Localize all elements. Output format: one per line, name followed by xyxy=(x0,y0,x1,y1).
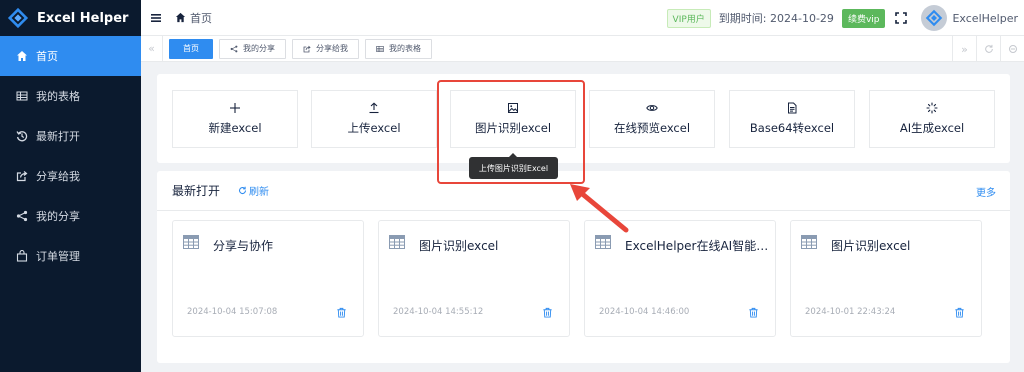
home-icon xyxy=(175,12,186,23)
share-in-icon xyxy=(303,45,311,52)
trash-icon[interactable] xyxy=(336,307,347,318)
eye-icon xyxy=(646,105,658,111)
file-name: 图片识别excel xyxy=(419,239,499,253)
tab-my-shares[interactable]: 我的分享 xyxy=(219,38,286,59)
tabs-menu-icon[interactable] xyxy=(1000,36,1024,62)
header-right: VIP用户 到期时间: 2024-10-29 续费vip ExcelHelper xyxy=(666,0,1018,36)
table-icon xyxy=(376,45,384,52)
share-in-icon xyxy=(16,170,28,182)
plus-icon xyxy=(230,103,240,113)
tool-base64-to-excel[interactable]: Base64转excel xyxy=(729,90,855,148)
file-name: 分享与协作 xyxy=(213,239,274,253)
refresh-label: 刷新 xyxy=(249,187,270,198)
file-card[interactable]: 图片识别excel 2024-10-04 14:55:12 xyxy=(378,220,570,337)
trash-icon[interactable] xyxy=(748,307,759,318)
spreadsheet-icon xyxy=(801,235,817,249)
more-link[interactable]: 更多 xyxy=(976,171,996,211)
sidebar-item-label: 最新打开 xyxy=(36,130,80,143)
tool-label: AI生成excel xyxy=(899,121,965,135)
app-name: Excel Helper xyxy=(37,10,129,26)
sidebar-item-orders[interactable]: 订单管理 xyxy=(0,236,141,276)
tool-label: 新建excel xyxy=(208,121,262,135)
file-date: 2024-10-01 22:43:24 xyxy=(805,307,896,317)
spreadsheet-icon xyxy=(183,235,199,249)
file-date: 2024-10-04 14:55:12 xyxy=(393,307,484,317)
top-header: 首页 VIP用户 到期时间: 2024-10-29 续费vip ExcelHel… xyxy=(141,0,1024,36)
spinner-icon xyxy=(926,102,938,114)
tab-label: 我的表格 xyxy=(389,44,421,53)
tab-my-tables[interactable]: 我的表格 xyxy=(365,38,432,59)
sidebar-item-my-tables[interactable]: 我的表格 xyxy=(0,76,141,116)
avatar-logo-icon xyxy=(926,9,943,27)
tabs-bar: « 首页 我的分享 分享给我 我的表格 » xyxy=(141,35,1024,62)
tool-label: 在线预览excel xyxy=(613,121,691,135)
refresh-button[interactable]: 刷新 xyxy=(238,183,269,198)
table-icon xyxy=(16,90,28,102)
sidebar-item-label: 我的分享 xyxy=(36,210,80,223)
tool-preview-excel[interactable]: 在线预览excel xyxy=(589,90,715,148)
annotation-arrow-icon xyxy=(570,184,629,233)
home-icon xyxy=(16,50,28,62)
upload-icon xyxy=(369,102,379,114)
expiry-date: 到期时间: 2024-10-29 xyxy=(718,12,834,25)
tool-label: Base64转excel xyxy=(749,121,835,135)
file-name: ExcelHelper在线AI智能生成 xyxy=(625,239,770,253)
renew-vip-button[interactable]: 续费vip xyxy=(841,8,886,28)
vip-badge: VIP用户 xyxy=(666,8,711,28)
sidebar-item-label: 分享给我 xyxy=(36,170,80,183)
menu-toggle-icon[interactable] xyxy=(150,12,162,24)
refresh-icon[interactable] xyxy=(976,36,1000,62)
file-date: 2024-10-04 14:46:00 xyxy=(599,307,690,317)
tabs-scroll-right-icon[interactable]: » xyxy=(952,36,976,62)
tool-ai-generate-excel[interactable]: AI生成excel xyxy=(869,90,995,148)
logo-icon xyxy=(7,7,29,29)
tab-label: 我的分享 xyxy=(243,44,275,53)
tab-label: 首页 xyxy=(183,44,199,53)
tabs-scroll-left-icon[interactable]: « xyxy=(141,35,163,62)
spreadsheet-icon xyxy=(389,235,405,249)
annotation-highlight-box xyxy=(437,80,585,184)
share-icon xyxy=(16,210,28,222)
document-icon xyxy=(788,102,797,114)
file-name: 图片识别excel xyxy=(831,239,911,253)
brand[interactable]: Excel Helper xyxy=(0,0,141,36)
username[interactable]: ExcelHelper xyxy=(952,12,1018,25)
breadcrumb-label: 首页 xyxy=(190,11,212,25)
recent-title: 最新打开 xyxy=(172,184,221,198)
file-card[interactable]: 图片识别excel 2024-10-01 22:43:24 xyxy=(790,220,982,337)
trash-icon[interactable] xyxy=(542,307,553,318)
tool-label: 上传excel xyxy=(347,121,401,135)
tab-home[interactable]: 首页 xyxy=(169,38,213,59)
avatar[interactable] xyxy=(921,5,948,31)
sidebar-item-my-shares[interactable]: 我的分享 xyxy=(0,196,141,236)
tab-shared-with-me[interactable]: 分享给我 xyxy=(292,38,359,59)
sidebar: Excel Helper 首页 我的表格 最新打开 分享给我 我的分享 订单管理 xyxy=(0,0,141,372)
share-icon xyxy=(230,45,238,52)
tool-upload-excel[interactable]: 上传excel xyxy=(311,90,437,148)
tabs-controls: » xyxy=(952,36,1024,62)
tool-new-excel[interactable]: 新建excel xyxy=(172,90,298,148)
sidebar-item-label: 订单管理 xyxy=(36,250,80,263)
sidebar-item-shared-with-me[interactable]: 分享给我 xyxy=(0,156,141,196)
history-icon xyxy=(16,130,28,142)
breadcrumb: 首页 xyxy=(175,10,212,26)
fullscreen-icon[interactable] xyxy=(895,12,908,24)
bag-icon xyxy=(16,250,28,262)
tab-label: 分享给我 xyxy=(316,44,348,53)
trash-icon[interactable] xyxy=(954,307,965,318)
file-card[interactable]: 分享与协作 2024-10-04 15:07:08 xyxy=(172,220,364,337)
refresh-icon xyxy=(239,186,247,195)
sidebar-item-recent[interactable]: 最新打开 xyxy=(0,116,141,156)
sidebar-item-label: 首页 xyxy=(36,50,58,63)
sidebar-item-home[interactable]: 首页 xyxy=(0,36,141,76)
sidebar-item-label: 我的表格 xyxy=(36,90,80,103)
file-date: 2024-10-04 15:07:08 xyxy=(187,307,278,317)
